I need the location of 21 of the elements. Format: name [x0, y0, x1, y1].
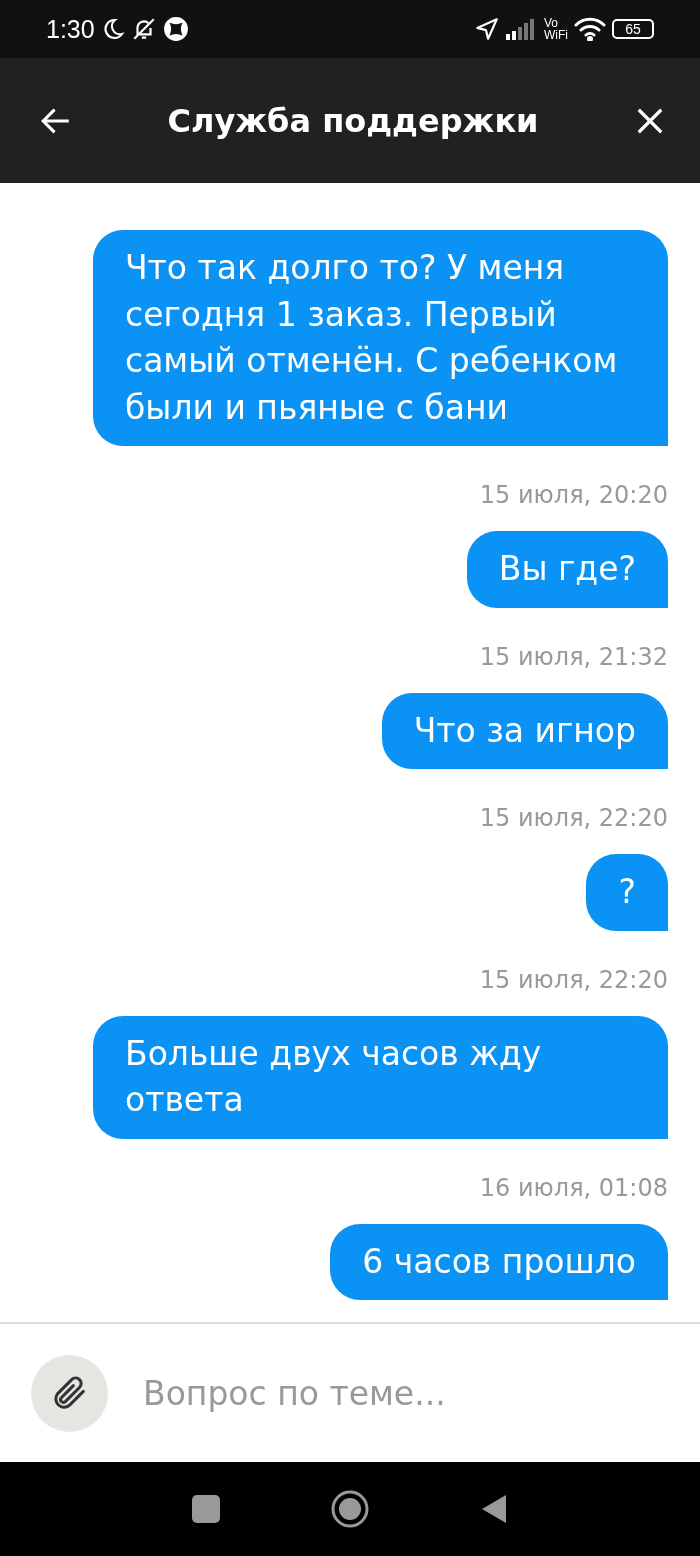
message-time: 15 июля, 22:20 [479, 803, 668, 834]
message-time: 15 июля, 22:20 [479, 964, 668, 996]
wifi-icon [574, 17, 606, 41]
message-time: 15 июля, 20:20 [479, 480, 668, 511]
location-arrow-icon [474, 16, 500, 42]
message-bubble: Вы где? [466, 531, 668, 608]
message-time: 16 июля, 01:08 [479, 1172, 668, 1204]
app-icon [162, 16, 189, 42]
home-nav-icon[interactable] [330, 1489, 370, 1529]
header-title: Служба поддержки [166, 101, 540, 140]
message-time: 15 июля, 21:32 [479, 641, 668, 673]
message-bubble: Что за игнор [381, 692, 668, 769]
message-bubble: 6 часов прошло [330, 1223, 668, 1300]
message-bubble: ? [586, 854, 668, 931]
battery-icon: 65 [612, 19, 654, 39]
message-bubble: Что так долго то? У меня сегодня 1 заказ. Первый самый отменён. С ребенком были и пьяные с бани [93, 230, 668, 446]
message-bubble: Больше двух часов жду ответа [93, 1015, 668, 1139]
vowifi-icon: Vo WiFi [544, 17, 568, 41]
back-nav-icon[interactable] [480, 1493, 508, 1525]
square-nav-icon[interactable] [192, 1495, 220, 1523]
status-time: 1:30 [46, 14, 95, 44]
